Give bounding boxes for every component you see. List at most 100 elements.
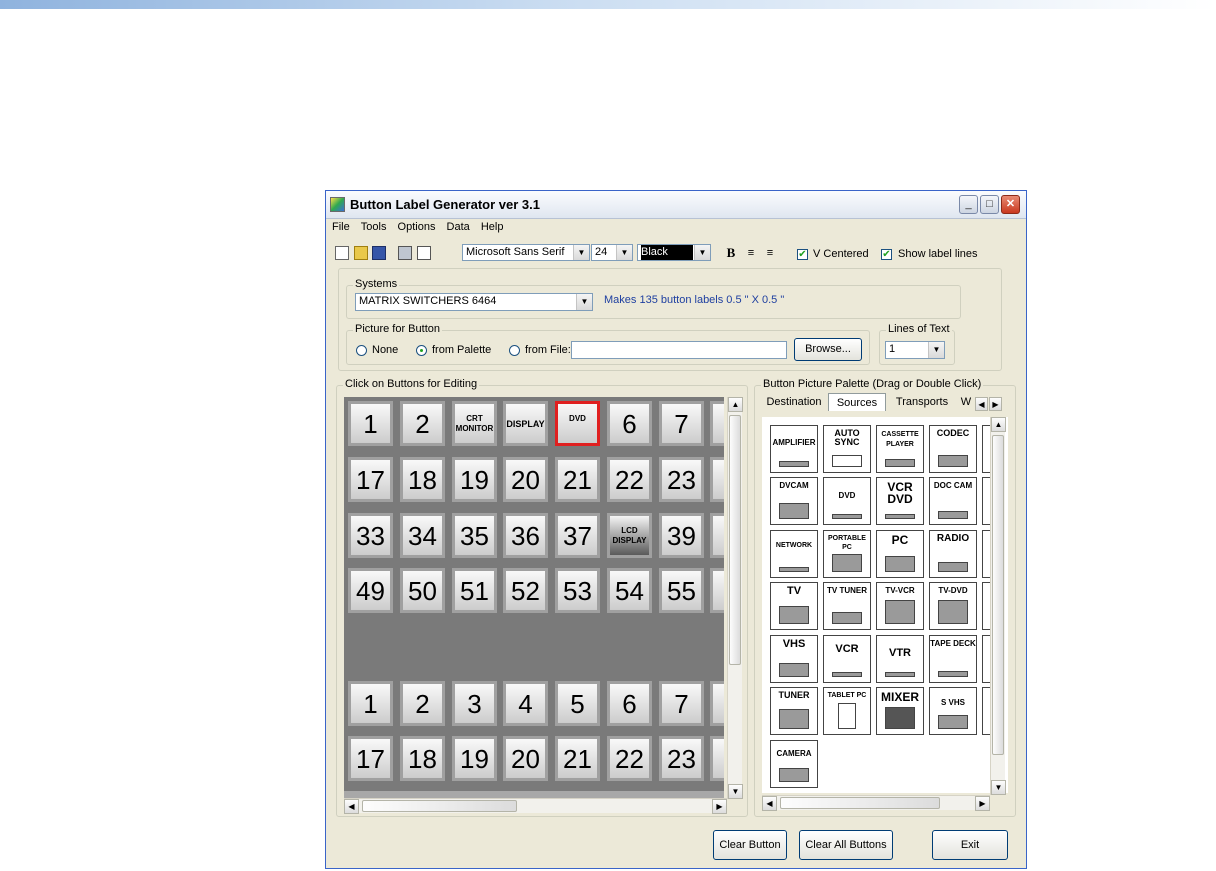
tab-sources[interactable]: Sources <box>828 393 886 411</box>
palette-item-dvd[interactable]: DVD <box>823 477 871 525</box>
open-folder-icon[interactable] <box>354 246 368 260</box>
palette-item-doc-cam[interactable]: DOC CAM <box>929 477 977 525</box>
tab-scroll-left-icon[interactable]: ◀ <box>975 397 988 411</box>
palette-item-tuner[interactable]: TUNER <box>770 687 818 735</box>
palette-item-s-vhs[interactable]: S VHS <box>929 687 977 735</box>
close-icon[interactable]: ✕ <box>1001 195 1020 214</box>
label-button[interactable]: 21 <box>555 457 600 502</box>
label-button-partial[interactable] <box>710 401 724 446</box>
palette-vertical-scrollbar[interactable]: ▲ ▼ <box>990 417 1006 795</box>
palette-item-radio[interactable]: RADIO <box>929 530 977 578</box>
menu-help[interactable]: Help <box>481 219 504 235</box>
size-select[interactable]: 24 ▼ <box>591 244 633 261</box>
label-button[interactable]: 7 <box>659 681 704 726</box>
label-button[interactable]: 17 <box>348 736 393 781</box>
browse-button[interactable]: Browse... <box>794 338 862 361</box>
palette-item-portable-pc[interactable]: PORTABLE PC <box>823 530 871 578</box>
palette-item-tv-dvd[interactable]: TV-DVD <box>929 582 977 630</box>
palette-item-cassette-player[interactable]: CASSETTE PLAYER <box>876 425 924 473</box>
palette-item-tablet-pc[interactable]: TABLET PC <box>823 687 871 735</box>
color-select[interactable]: Black ▼ <box>637 244 711 261</box>
palette-item-pc[interactable]: PC <box>876 530 924 578</box>
title-bar[interactable]: Button Label Generator ver 3.1 _ □ ✕ <box>326 191 1026 219</box>
palette-item-dvcam[interactable]: DVCAM <box>770 477 818 525</box>
picture-file-radio[interactable] <box>509 345 520 356</box>
label-button[interactable]: 20 <box>503 736 548 781</box>
label-button[interactable]: 54 <box>607 568 652 613</box>
palette-horizontal-scrollbar[interactable]: ◀ ▶ <box>762 795 990 811</box>
label-button[interactable]: 36 <box>503 513 548 558</box>
label-button[interactable]: 51 <box>452 568 497 613</box>
label-button[interactable]: 18 <box>400 736 445 781</box>
menu-options[interactable]: Options <box>398 219 436 235</box>
palette-item-tv-tuner[interactable]: TV TUNER <box>823 582 871 630</box>
scroll-down-icon[interactable]: ▼ <box>991 780 1006 795</box>
show-label-lines-checkbox[interactable]: ✔ <box>881 249 892 260</box>
scroll-up-icon[interactable]: ▲ <box>991 417 1006 432</box>
label-button[interactable]: 49 <box>348 568 393 613</box>
label-button[interactable]: 7 <box>659 401 704 446</box>
palette-item-mixer[interactable]: MIXER <box>876 687 924 735</box>
scroll-right-icon[interactable]: ▶ <box>975 796 990 811</box>
palette-item-tv[interactable]: TV <box>770 582 818 630</box>
label-button-display[interactable]: DISPLAY <box>503 401 548 446</box>
label-button-partial[interactable]: 2 <box>710 736 724 781</box>
palette-item-tv-vcr[interactable]: TV-VCR <box>876 582 924 630</box>
align-left-icon[interactable]: ≡ <box>743 245 759 261</box>
palette-item-tape-deck[interactable]: TAPE DECK <box>929 635 977 683</box>
label-button[interactable]: 1 <box>348 401 393 446</box>
label-button[interactable]: 6 <box>607 401 652 446</box>
font-select[interactable]: Microsoft Sans Serif ▼ <box>462 244 590 261</box>
label-button[interactable]: 19 <box>452 736 497 781</box>
align-center-icon[interactable]: ≡ <box>762 245 778 261</box>
label-button[interactable]: 17 <box>348 457 393 502</box>
scroll-up-icon[interactable]: ▲ <box>728 397 743 412</box>
palette-item-camera[interactable]: CAMERA <box>770 740 818 788</box>
scroll-down-icon[interactable]: ▼ <box>728 784 743 799</box>
bold-button[interactable]: B <box>723 245 739 261</box>
scroll-thumb[interactable] <box>780 797 940 809</box>
minimize-icon[interactable]: _ <box>959 195 978 214</box>
label-button[interactable]: 33 <box>348 513 393 558</box>
label-button-partial[interactable]: 4 <box>710 513 724 558</box>
scroll-right-icon[interactable]: ▶ <box>712 799 727 814</box>
new-file-icon[interactable] <box>335 246 349 260</box>
scroll-thumb[interactable] <box>362 800 517 812</box>
v-centered-checkbox[interactable]: ✔ <box>797 249 808 260</box>
print-preview-icon[interactable] <box>417 246 431 260</box>
label-button-crt-monitor[interactable]: CRT MONITOR <box>452 401 497 446</box>
picture-palette-radio[interactable] <box>416 345 427 356</box>
palette-item-vcr-dvd[interactable]: VCR DVD <box>876 477 924 525</box>
systems-select[interactable]: MATRIX SWITCHERS 6464 ▼ <box>355 293 593 311</box>
menu-tools[interactable]: Tools <box>361 219 387 235</box>
picture-none-radio[interactable] <box>356 345 367 356</box>
edit-vertical-scrollbar[interactable]: ▲ ▼ <box>727 397 743 799</box>
palette-item-auto-sync[interactable]: AUTO SYNC <box>823 425 871 473</box>
maximize-icon[interactable]: □ <box>980 195 999 214</box>
label-button-partial[interactable]: 2 <box>710 457 724 502</box>
label-button-lcd-display[interactable]: LCD DISPLAY <box>607 513 652 558</box>
label-button[interactable]: 50 <box>400 568 445 613</box>
edit-horizontal-scrollbar[interactable]: ◀ ▶ <box>344 798 727 814</box>
label-button[interactable]: 55 <box>659 568 704 613</box>
tab-scroll-right-icon[interactable]: ▶ <box>989 397 1002 411</box>
clear-all-buttons-button[interactable]: Clear All Buttons <box>799 830 893 860</box>
palette-item-network[interactable]: NETWORK <box>770 530 818 578</box>
label-button[interactable]: 2 <box>400 681 445 726</box>
palette-item-vhs[interactable]: VHS <box>770 635 818 683</box>
scroll-thumb[interactable] <box>729 415 741 665</box>
label-button[interactable]: 35 <box>452 513 497 558</box>
label-button[interactable]: 4 <box>503 681 548 726</box>
label-button[interactable]: 18 <box>400 457 445 502</box>
palette-item-codec[interactable]: CODEC <box>929 425 977 473</box>
print-icon[interactable] <box>398 246 412 260</box>
scroll-left-icon[interactable]: ◀ <box>762 796 777 811</box>
label-button[interactable]: 23 <box>659 457 704 502</box>
label-button-partial[interactable] <box>710 681 724 726</box>
file-path-input[interactable] <box>571 341 787 359</box>
menu-file[interactable]: File <box>332 219 350 235</box>
label-button[interactable]: 19 <box>452 457 497 502</box>
save-icon[interactable] <box>372 246 386 260</box>
label-button[interactable]: 3 <box>452 681 497 726</box>
label-button[interactable]: 21 <box>555 736 600 781</box>
